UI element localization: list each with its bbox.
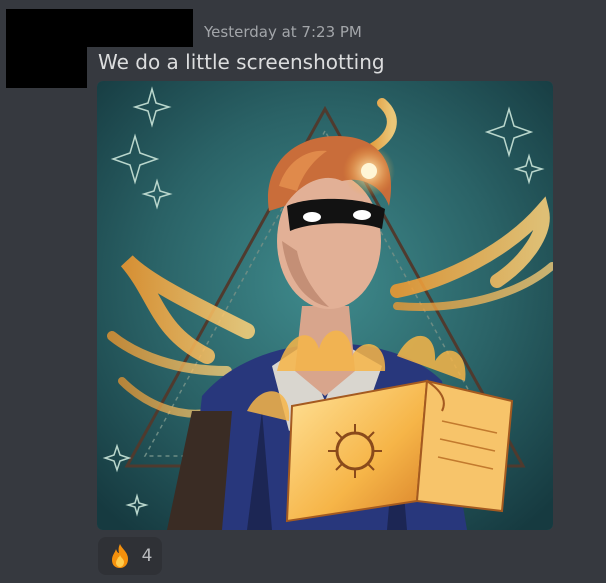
fire-emoji-icon — [111, 544, 128, 568]
message-content: We do a little screenshotting — [98, 50, 385, 74]
artwork-image — [97, 81, 553, 530]
reaction-fire[interactable]: 4 — [98, 537, 162, 575]
redacted-avatar — [6, 9, 87, 88]
redacted-username — [87, 9, 193, 47]
message-timestamp[interactable]: Yesterday at 7:23 PM — [204, 22, 362, 42]
image-attachment[interactable] — [97, 81, 553, 530]
chat-view: Yesterday at 7:23 PM We do a little scre… — [0, 0, 606, 583]
reaction-count: 4 — [141, 546, 153, 566]
